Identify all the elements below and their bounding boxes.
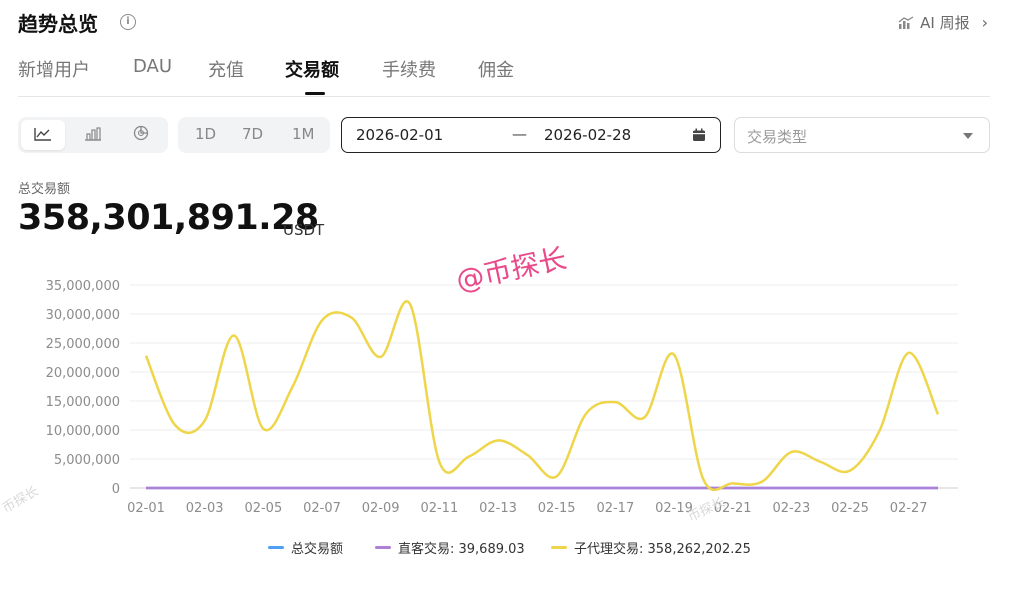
chevron-down-icon <box>963 133 973 139</box>
chart-type-switcher <box>18 117 168 153</box>
start-date[interactable]: 2026-02-01 <box>356 126 443 144</box>
calendar-icon[interactable] <box>692 127 706 146</box>
series-line-2 <box>144 300 940 492</box>
range-7d-button[interactable]: 7D <box>242 125 263 143</box>
x-tick-label: 02-25 <box>831 501 869 516</box>
date-range-picker[interactable]: 2026-02-01 — 2026-02-28 <box>341 117 721 153</box>
filter-controls: 1D 7D 1M 2026-02-01 — 2026-02-28 交易类型 <box>18 117 990 155</box>
x-tick-label: 02-05 <box>244 501 282 516</box>
active-tab-indicator <box>305 92 325 95</box>
ai-chart-icon <box>898 15 914 30</box>
legend-item-direct[interactable]: 直客交易: 39,689.03 <box>375 538 525 557</box>
end-date[interactable]: 2026-02-28 <box>544 126 631 144</box>
legend-label-total: 总交易额 <box>291 542 344 557</box>
tab-recharge[interactable]: 充值 <box>208 56 244 82</box>
x-tick-label: 02-03 <box>186 501 224 516</box>
x-tick-label: 02-27 <box>890 501 928 516</box>
legend-swatch-agent <box>551 546 567 549</box>
y-tick-label: 20,000,000 <box>46 366 120 381</box>
y-tick-label: 0 <box>112 482 120 497</box>
bar-chart-button[interactable] <box>71 120 115 150</box>
line-chart-button[interactable] <box>21 120 65 150</box>
total-value: 358,301,891.28 <box>18 198 319 238</box>
total-label: 总交易额 <box>18 182 71 197</box>
trade-type-select[interactable]: 交易类型 <box>734 117 990 153</box>
y-tick-label: 30,000,000 <box>46 308 120 323</box>
total-unit: USDT <box>283 221 325 239</box>
legend-swatch-direct <box>375 546 391 549</box>
trade-type-placeholder: 交易类型 <box>747 128 808 146</box>
header: 趋势总览 i AI 周报 › <box>18 8 988 38</box>
info-icon[interactable]: i <box>120 14 136 30</box>
metric-tabs: 新增用户 DAU 充值 交易额 手续费 佣金 <box>18 56 990 97</box>
legend-item-agent[interactable]: 子代理交易: 358,262,202.25 <box>551 538 751 557</box>
tab-trading-volume[interactable]: 交易额 <box>285 56 339 82</box>
line-chart-icon <box>34 126 52 145</box>
ai-weekly-report-label: AI 周报 <box>920 14 970 32</box>
x-tick-label: 02-17 <box>596 501 634 516</box>
x-tick-label: 02-13 <box>479 501 517 516</box>
x-tick-label: 02-23 <box>772 501 810 516</box>
y-tick-label: 15,000,000 <box>46 395 120 410</box>
x-tick-label: 02-01 <box>127 501 165 516</box>
pie-chart-button[interactable] <box>119 120 163 150</box>
tab-commission[interactable]: 佣金 <box>478 56 514 82</box>
y-tick-label: 5,000,000 <box>54 453 120 468</box>
legend-label-direct: 直客交易: 39,689.03 <box>398 542 525 557</box>
y-tick-label: 25,000,000 <box>46 337 120 352</box>
bar-chart-icon <box>84 126 102 145</box>
tab-fees[interactable]: 手续费 <box>382 56 436 82</box>
chevron-right-icon: › <box>981 13 988 32</box>
date-separator: — <box>512 125 527 143</box>
x-tick-label: 02-07 <box>303 501 341 516</box>
range-1m-button[interactable]: 1M <box>292 125 315 143</box>
page-title: 趋势总览 <box>18 12 98 36</box>
time-range-switcher: 1D 7D 1M <box>178 117 330 153</box>
trading-volume-line-chart: 0 5,000,000 10,000,000 15,000,000 20,000,000… <box>46 279 958 516</box>
legend-item-total[interactable]: 总交易额 <box>268 538 343 557</box>
legend-label-agent: 子代理交易: 358,262,202.25 <box>574 542 751 557</box>
y-tick-label: 10,000,000 <box>46 424 120 439</box>
ai-weekly-report-link[interactable]: AI 周报 › <box>898 12 988 33</box>
tab-new-users[interactable]: 新增用户 <box>18 56 90 82</box>
x-tick-label: 02-15 <box>538 501 576 516</box>
x-tick-label: 02-09 <box>362 501 400 516</box>
pie-chart-icon <box>133 125 149 145</box>
legend-swatch-total <box>268 546 284 549</box>
range-1d-button[interactable]: 1D <box>195 125 216 143</box>
chart-legend: 总交易额 直客交易: 39,689.03 子代理交易: 358,262,202.… <box>0 538 1024 558</box>
x-tick-label: 02-11 <box>420 501 458 516</box>
y-tick-label: 35,000,000 <box>46 279 120 294</box>
tab-dau[interactable]: DAU <box>133 56 172 77</box>
